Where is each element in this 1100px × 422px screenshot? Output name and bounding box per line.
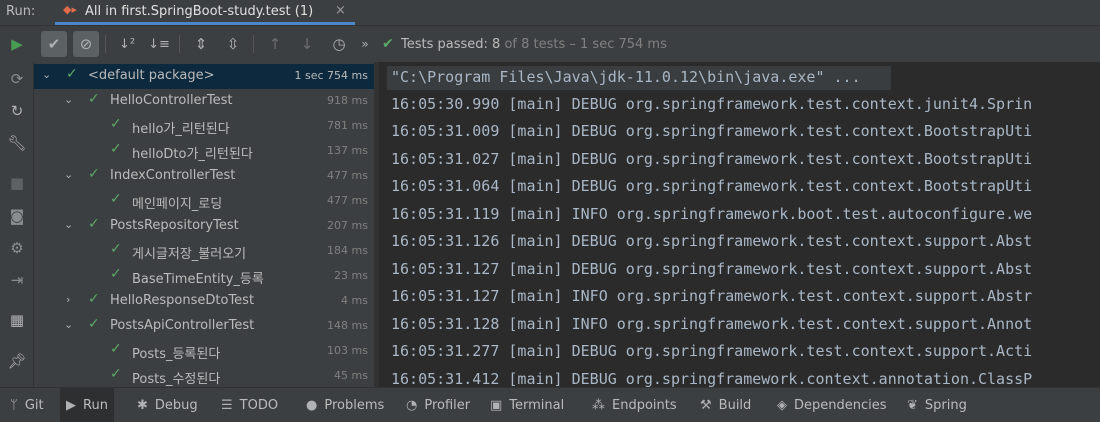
console-output[interactable]: "C:\Program Files\Java\jdk-11.0.12\bin\j…: [379, 62, 1100, 387]
close-tab-button[interactable]: ×: [335, 3, 346, 18]
expand-all-icon[interactable]: ⇕: [188, 31, 214, 57]
tool-tab-problems[interactable]: ● Problems: [300, 388, 390, 422]
wrench-icon[interactable]: 🔧︎: [6, 132, 28, 154]
tree-row-default-package[interactable]: ⌄ ✓ <default package> 1 sec 754 ms: [34, 64, 374, 89]
run-label: Run:: [6, 4, 36, 19]
exit-icon[interactable]: ⇥: [6, 269, 28, 291]
hammer-icon: ⚒: [700, 397, 712, 413]
log-line: 16:05:30.990 [main] DEBUG org.springfram…: [391, 95, 1033, 113]
passed-check-icon: ✓: [88, 316, 100, 332]
tree-row-postsapicontrollertest[interactable]: ⌄ ✓ PostsApiControllerTest 148 ms: [34, 314, 374, 339]
camera-icon[interactable]: ◙: [6, 205, 28, 227]
sort-by-duration-icon[interactable]: ↓≡: [146, 31, 172, 57]
tool-tab-build[interactable]: ⚒ Build: [694, 388, 757, 422]
java-command-line: "C:\Program Files\Java\jdk-11.0.12\bin\j…: [391, 68, 861, 86]
log-line: 16:05:31.127 [main] DEBUG org.springfram…: [391, 260, 1033, 278]
tree-row-test[interactable]: ✓ 메인페이지_로딩 477 ms: [34, 189, 374, 214]
rerun-icon[interactable]: ▶: [4, 31, 30, 57]
tool-tab-run[interactable]: ▶ Run: [60, 388, 114, 422]
tree-row-test[interactable]: ✓ helloDto가_리턴된다 137 ms: [34, 139, 374, 164]
test-runner-toolbar: ▶ ✔ ⊘ ↓² ↓≡ ⇕ ⇳ ↑ ↓ ◷ » ✔ Tests passed: …: [0, 26, 1100, 62]
chevron-down-icon[interactable]: ⌄: [64, 93, 73, 106]
bug-icon: ✱: [137, 397, 148, 413]
next-failed-icon[interactable]: ↓: [294, 31, 320, 57]
passed-check-icon: ✓: [88, 91, 100, 107]
tree-row-test[interactable]: ✓ hello가_리턴된다 781 ms: [34, 114, 374, 139]
tool-tab-debug[interactable]: ✱ Debug: [131, 388, 204, 422]
tool-window-bar: ᛘ Git ▶ Run ✱ Debug ☰ TODO ● Problems ◔ Profil…: [0, 387, 1100, 422]
chevron-down-icon[interactable]: ⌄: [64, 218, 73, 231]
tree-row-helloresponsedtotest[interactable]: › ✓ HelloResponseDtoTest 4 ms: [34, 289, 374, 314]
passed-check-icon: ✓: [110, 191, 122, 207]
play-icon: ▶: [66, 397, 76, 413]
layers-icon: ◈: [777, 397, 787, 413]
tool-tab-dependencies[interactable]: ◈ Dependencies: [771, 388, 893, 422]
more-actions-icon[interactable]: »: [352, 31, 378, 57]
log-line: 16:05:31.119 [main] INFO org.springframe…: [391, 205, 1033, 223]
run-tab-title: All in first.SpringBoot-study.test (1): [85, 4, 314, 19]
list-icon: ☰: [221, 397, 233, 413]
git-branch-icon: ᛘ: [10, 397, 18, 413]
log-line: 16:05:31.009 [main] DEBUG org.springfram…: [391, 122, 1033, 140]
tool-tab-git[interactable]: ᛘ Git: [4, 388, 50, 422]
passed-check-icon: ✓: [110, 341, 122, 357]
run-tab-bar: Run: ◆▸ All in first.SpringBoot-study.te…: [0, 0, 1100, 26]
passed-check-icon: ✓: [110, 141, 122, 157]
log-line: 16:05:31.027 [main] DEBUG org.springfram…: [391, 150, 1033, 168]
leaf-icon: ❦: [907, 397, 918, 413]
log-line: 16:05:31.126 [main] DEBUG org.springfram…: [391, 232, 1033, 250]
log-line: 16:05:31.128 [main] INFO org.springframe…: [391, 315, 1033, 333]
warning-icon: ●: [306, 397, 318, 413]
run-actions-strip: ⟳ ↻ 🔧︎ ■ ◙ ⚙ ⇥ ▦ 📌︎: [0, 62, 34, 387]
passed-check-icon: ✓: [66, 66, 78, 82]
log-line: 16:05:31.412 [main] DEBUG org.springfram…: [391, 370, 1033, 387]
rerun-failed-icon[interactable]: ⟳: [6, 68, 28, 90]
endpoints-icon: ⁂: [592, 397, 605, 413]
test-results-tree: ⌄ ✓ <default package> 1 sec 754 ms ⌄ ✓ H…: [34, 62, 374, 387]
chevron-right-icon[interactable]: ›: [66, 293, 70, 306]
test-history-icon[interactable]: ◷: [326, 31, 352, 57]
tool-tab-todo[interactable]: ☰ TODO: [215, 388, 284, 422]
tool-tab-profiler[interactable]: ◔ Profiler: [400, 388, 476, 422]
collapse-all-icon[interactable]: ⇳: [220, 31, 246, 57]
sort-alphabetically-icon[interactable]: ↓²: [114, 31, 140, 57]
tree-row-indexcontrollertest[interactable]: ⌄ ✓ IndexControllerTest 477 ms: [34, 164, 374, 189]
pin-icon[interactable]: 📌︎: [6, 350, 28, 372]
stop-icon[interactable]: ■: [6, 172, 28, 194]
tree-row-hellocontrollertest[interactable]: ⌄ ✓ HelloControllerTest 918 ms: [34, 89, 374, 114]
tree-row-test[interactable]: ✓ Posts_수정된다 45 ms: [34, 364, 374, 387]
tests-passed-check-icon: ✔: [382, 36, 394, 52]
test-config-icon: ◆▸: [63, 3, 77, 16]
log-line: 16:05:31.127 [main] INFO org.springframe…: [391, 287, 1033, 305]
terminal-icon: ▣: [490, 397, 503, 413]
show-passed-icon[interactable]: ✔: [41, 31, 67, 57]
log-line: 16:05:31.064 [main] DEBUG org.springfram…: [391, 177, 1033, 195]
chevron-down-icon[interactable]: ⌄: [64, 168, 73, 181]
test-status-text: Tests passed: 8 of 8 tests – 1 sec 754 m…: [401, 37, 667, 52]
passed-check-icon: ✓: [110, 241, 122, 257]
passed-check-icon: ✓: [88, 216, 100, 232]
passed-check-icon: ✓: [88, 291, 100, 307]
tree-row-test[interactable]: ✓ Posts_등록된다 103 ms: [34, 339, 374, 364]
tool-tab-terminal[interactable]: ▣ Terminal: [484, 388, 570, 422]
chevron-down-icon[interactable]: ⌄: [42, 68, 51, 81]
tree-row-test[interactable]: ✓ BaseTimeEntity_등록 23 ms: [34, 264, 374, 289]
show-ignored-icon[interactable]: ⊘: [73, 31, 99, 57]
passed-check-icon: ✓: [110, 116, 122, 132]
passed-check-icon: ✓: [88, 166, 100, 182]
layout-icon[interactable]: ▦: [6, 309, 28, 331]
settings-icon[interactable]: ⚙: [6, 237, 28, 259]
chevron-down-icon[interactable]: ⌄: [64, 318, 73, 331]
tool-tab-spring[interactable]: ❦ Spring: [901, 388, 973, 422]
run-config-tab[interactable]: ◆▸ All in first.SpringBoot-study.test (1…: [55, 0, 355, 25]
previous-failed-icon[interactable]: ↑: [262, 31, 288, 57]
toggle-autotest-icon[interactable]: ↻: [6, 100, 28, 122]
passed-check-icon: ✓: [110, 266, 122, 282]
gauge-icon: ◔: [406, 397, 418, 413]
tree-row-test[interactable]: ✓ 게시글저장_불러오기 184 ms: [34, 239, 374, 264]
log-line: 16:05:31.277 [main] DEBUG org.springfram…: [391, 342, 1033, 360]
tool-tab-endpoints[interactable]: ⁂ Endpoints: [586, 388, 683, 422]
tree-row-postsrepositorytest[interactable]: ⌄ ✓ PostsRepositoryTest 207 ms: [34, 214, 374, 239]
passed-check-icon: ✓: [110, 366, 122, 382]
